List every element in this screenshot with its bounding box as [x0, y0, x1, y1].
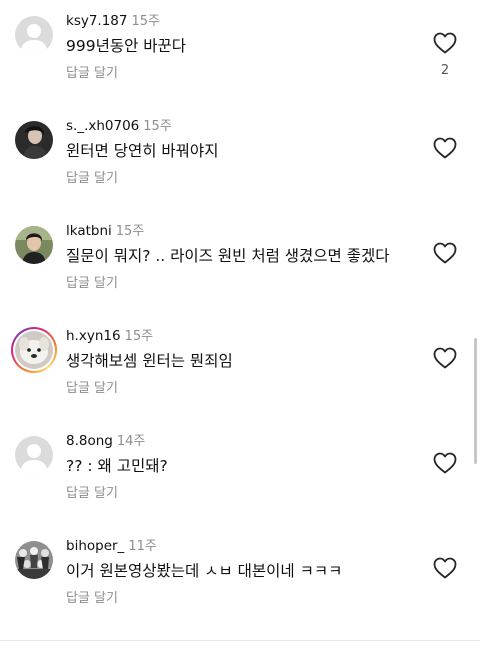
heart-icon[interactable] — [433, 242, 457, 264]
scrollbar[interactable] — [474, 338, 477, 464]
heart-icon[interactable] — [433, 347, 457, 369]
timestamp: 11주 — [128, 539, 157, 554]
reply-button[interactable]: 답글 달기 — [66, 485, 118, 503]
comment-text: ?? : 왜 고민돼? — [66, 457, 168, 475]
avatar[interactable] — [15, 121, 53, 159]
username[interactable]: lkatbni — [66, 223, 112, 239]
timestamp: 15주 — [115, 224, 145, 239]
like-count: 2 — [440, 63, 450, 78]
avatar-ring-gap — [13, 329, 55, 371]
comment-text: 윈터면 당연히 바꿔야지 — [66, 142, 219, 160]
username[interactable]: s._.xh0706 — [66, 118, 139, 134]
default-avatar-icon — [15, 436, 53, 474]
avatar[interactable] — [15, 16, 53, 54]
timestamp: 15주 — [124, 329, 154, 344]
reply-button[interactable]: 답글 달기 — [66, 380, 118, 398]
group-photo-icon — [15, 541, 53, 579]
comment-meta: lkatbni 15주 — [66, 222, 144, 241]
comment-text: 999년동안 바꾼다 — [66, 37, 187, 55]
avatar[interactable] — [15, 541, 53, 579]
heart-icon[interactable] — [433, 32, 457, 54]
dog-photo-icon — [15, 331, 53, 369]
comment-item: lkatbni 15주 질문이 뭐지? .. 라이즈 원빈 처럼 생겼으면 좋겠다… — [0, 210, 480, 314]
comment-item: h.xyn16 15주 생각해보셈 윈터는 뭔죄임 답글 달기 — [0, 315, 480, 419]
story-ring-avatar[interactable] — [11, 327, 57, 373]
timestamp: 15주 — [143, 119, 172, 134]
username[interactable]: 8.8ong — [66, 433, 113, 449]
heart-icon[interactable] — [433, 137, 457, 159]
comment-meta: bihoper_ 11주 — [66, 537, 157, 556]
username[interactable]: bihoper_ — [66, 538, 124, 554]
avatar[interactable] — [15, 226, 53, 264]
reply-button[interactable]: 답글 달기 — [66, 590, 118, 608]
comment-item: 8.8ong 14주 ?? : 왜 고민돼? 답글 달기 — [0, 420, 480, 524]
reply-button[interactable]: 답글 달기 — [66, 65, 118, 83]
heart-icon[interactable] — [433, 557, 457, 579]
avatar — [15, 331, 53, 369]
timestamp: 14주 — [116, 434, 146, 449]
comment-text: 이거 원본영상봤는데 ㅅㅂ 대본이네 ㅋㅋㅋ — [66, 562, 343, 580]
username[interactable]: h.xyn16 — [66, 328, 121, 344]
profile-photo-icon — [15, 121, 53, 159]
comment-meta: ksy7.187 15주 — [66, 12, 160, 31]
username[interactable]: ksy7.187 — [66, 13, 128, 29]
comment-item: bihoper_ 11주 이거 원본영상봤는데 ㅅㅂ 대본이네 ㅋㅋㅋ 답글 달기 — [0, 525, 480, 629]
reply-button[interactable]: 답글 달기 — [66, 275, 118, 293]
comment-text: 생각해보셈 윈터는 뭔죄임 — [66, 352, 233, 370]
divider — [0, 640, 480, 641]
avatar[interactable] — [15, 436, 53, 474]
comment-meta: h.xyn16 15주 — [66, 327, 153, 346]
profile-photo-icon — [15, 226, 53, 264]
default-avatar-icon — [15, 16, 53, 54]
timestamp: 15주 — [131, 14, 161, 29]
comment-text: 질문이 뭐지? .. 라이즈 원빈 처럼 생겼으면 좋겠다 — [66, 247, 390, 265]
comment-meta: 8.8ong 14주 — [66, 432, 145, 451]
comment-meta: s._.xh0706 15주 — [66, 117, 172, 136]
heart-icon[interactable] — [433, 452, 457, 474]
reply-button[interactable]: 답글 달기 — [66, 170, 118, 188]
comment-item: ksy7.187 15주 999년동안 바꾼다 답글 달기 2 — [0, 0, 480, 104]
comment-item: s._.xh0706 15주 윈터면 당연히 바꿔야지 답글 달기 — [0, 105, 480, 209]
